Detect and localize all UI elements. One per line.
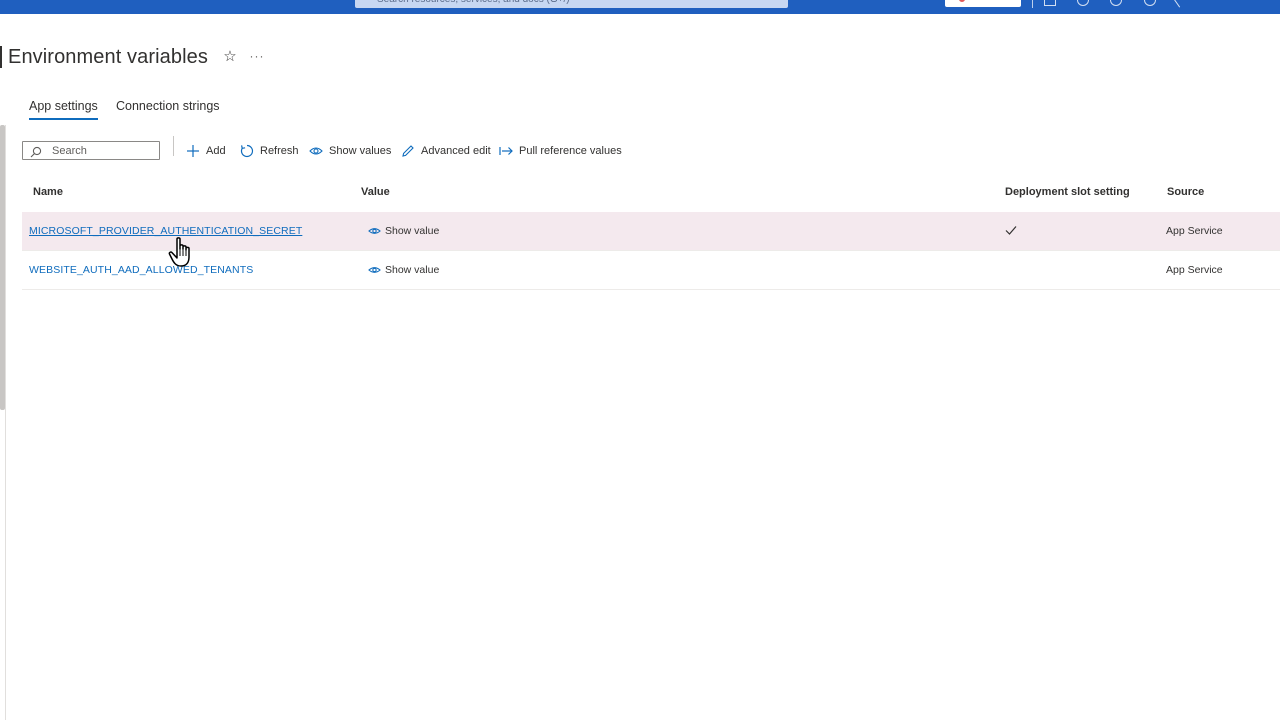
table-row[interactable]: WEBSITE_AUTH_AAD_ALLOWED_TENANTS Show va… <box>22 251 1280 290</box>
column-header-deployment-slot-setting[interactable]: Deployment slot setting <box>1005 186 1130 198</box>
show-value-button[interactable]: Show value <box>368 225 439 237</box>
show-value-label: Show value <box>385 225 440 237</box>
cloud-shell-icon[interactable] <box>1044 0 1056 6</box>
more-options-icon[interactable]: ··· <box>249 48 265 64</box>
help-icon[interactable] <box>1144 0 1156 6</box>
plus-icon <box>186 144 200 158</box>
column-header-source[interactable]: Source <box>1167 186 1204 198</box>
setting-source: App Service <box>1166 264 1223 276</box>
show-values-label: Show values <box>329 145 392 157</box>
pull-reference-values-button[interactable]: Pull reference values <box>499 143 622 159</box>
show-values-button[interactable]: Show values <box>309 143 391 159</box>
hand-cursor-icon <box>168 236 198 270</box>
add-button[interactable]: Add <box>186 143 226 159</box>
global-search-input[interactable]: Search resources, services, and docs (G+… <box>355 0 788 8</box>
eye-icon <box>368 267 381 273</box>
page-header: Environment variables <box>0 44 208 70</box>
settings-icon[interactable] <box>1110 0 1122 6</box>
notifications-icon[interactable] <box>1077 0 1089 6</box>
checkmark-icon <box>1004 223 1018 237</box>
left-panel-divider <box>5 125 6 720</box>
search-icon <box>30 145 42 157</box>
tab-connection-strings[interactable]: Connection strings <box>116 99 220 113</box>
setting-name-link[interactable]: WEBSITE_AUTH_AAD_ALLOWED_TENANTS <box>29 264 253 276</box>
arrow-right-icon <box>499 144 513 158</box>
tab-app-settings[interactable]: App settings <box>29 99 98 120</box>
pull-reference-values-label: Pull reference values <box>519 145 622 157</box>
favorite-star-icon[interactable]: ☆ <box>222 49 238 65</box>
add-label: Add <box>206 145 226 157</box>
column-header-value[interactable]: Value <box>361 186 390 198</box>
settings-search-box[interactable] <box>22 141 160 160</box>
search-input[interactable] <box>52 144 152 157</box>
feedback-icon[interactable] <box>1174 0 1186 8</box>
eye-icon <box>309 144 323 158</box>
advanced-edit-button[interactable]: Advanced edit <box>401 143 491 159</box>
setting-name-link[interactable]: MICROSOFT_PROVIDER_AUTHENTICATION_SECRET <box>29 225 302 237</box>
eye-icon <box>368 228 381 234</box>
topbar-divider <box>1032 0 1033 8</box>
refresh-button[interactable]: Refresh <box>240 143 299 159</box>
title-marker <box>0 46 2 68</box>
refresh-icon <box>240 144 254 158</box>
show-value-label: Show value <box>385 264 440 276</box>
setting-source: App Service <box>1166 225 1223 237</box>
table-row[interactable]: MICROSOFT_PROVIDER_AUTHENTICATION_SECRET… <box>22 212 1280 251</box>
advanced-edit-label: Advanced edit <box>421 145 491 157</box>
refresh-label: Refresh <box>260 145 299 157</box>
upgrade-button[interactable] <box>945 0 1021 7</box>
gift-icon <box>959 0 965 2</box>
column-header-name[interactable]: Name <box>33 186 63 198</box>
pencil-icon <box>401 144 415 158</box>
top-navigation-bar: Search resources, services, and docs (G+… <box>0 0 1280 14</box>
toolbar-divider <box>173 136 174 156</box>
page-title: Environment variables <box>8 45 208 68</box>
show-value-button[interactable]: Show value <box>368 264 439 276</box>
